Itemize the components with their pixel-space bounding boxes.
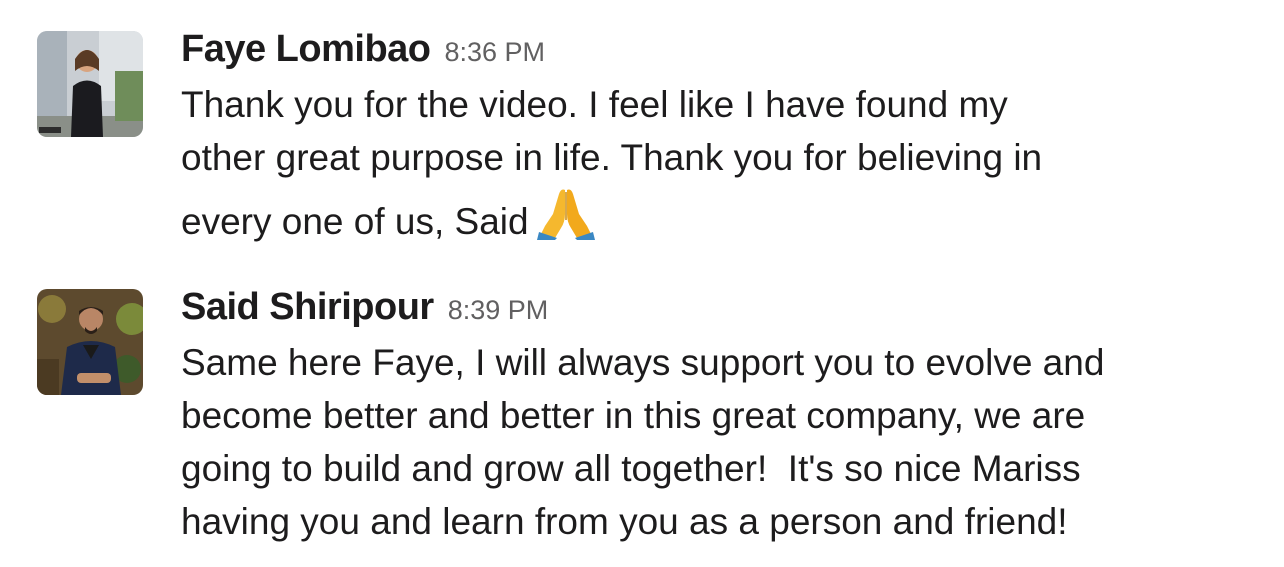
message-line: become better and better in this great c… <box>181 395 1086 436</box>
message-timestamp[interactable]: 8:36 PM <box>445 37 546 68</box>
sender-name[interactable]: Faye Lomibao <box>181 28 431 71</box>
avatar-said[interactable] <box>37 289 143 395</box>
avatar-faye[interactable] <box>37 31 143 137</box>
message-line: having you and learn from you as a perso… <box>181 501 1068 542</box>
message-line-last: every one of us, Said <box>181 184 1271 254</box>
message-line: Thank you for the video. I feel like I h… <box>181 84 1008 125</box>
message-text: Thank you for the video. I feel like I h… <box>181 78 1271 254</box>
message-header: Faye Lomibao 8:36 PM <box>181 28 1271 78</box>
message-line: going to build and grow all together! It… <box>181 448 1081 489</box>
user-photo-avatar-icon <box>37 31 143 137</box>
folded-hands-icon <box>536 184 595 254</box>
user-photo-avatar-icon <box>37 289 143 395</box>
message-line: Same here Faye, I will always support yo… <box>181 342 1105 383</box>
message-content: Said Shiripour 8:39 PM Same here Faye, I… <box>181 286 1271 548</box>
message-timestamp[interactable]: 8:39 PM <box>448 295 549 326</box>
message-header: Said Shiripour 8:39 PM <box>181 286 1271 336</box>
sender-name[interactable]: Said Shiripour <box>181 286 434 329</box>
message-content: Faye Lomibao 8:36 PM Thank you for the v… <box>181 28 1271 254</box>
message-line: other great purpose in life. Thank you f… <box>181 137 1043 178</box>
message-text: Same here Faye, I will always support yo… <box>181 336 1271 548</box>
message-line-text: every one of us, Said <box>181 201 529 242</box>
